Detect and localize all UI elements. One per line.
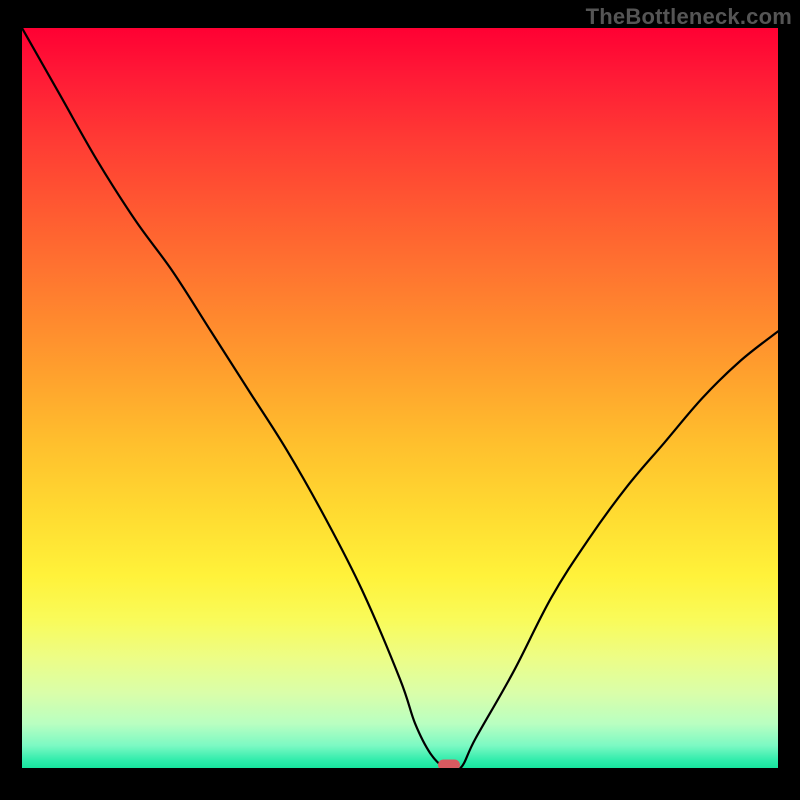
watermark-text: TheBottleneck.com bbox=[586, 4, 792, 30]
sweet-spot-marker bbox=[438, 760, 460, 769]
chart-stage: TheBottleneck.com bbox=[0, 0, 800, 800]
plot-area bbox=[22, 28, 778, 768]
bottleneck-curve bbox=[22, 28, 778, 768]
